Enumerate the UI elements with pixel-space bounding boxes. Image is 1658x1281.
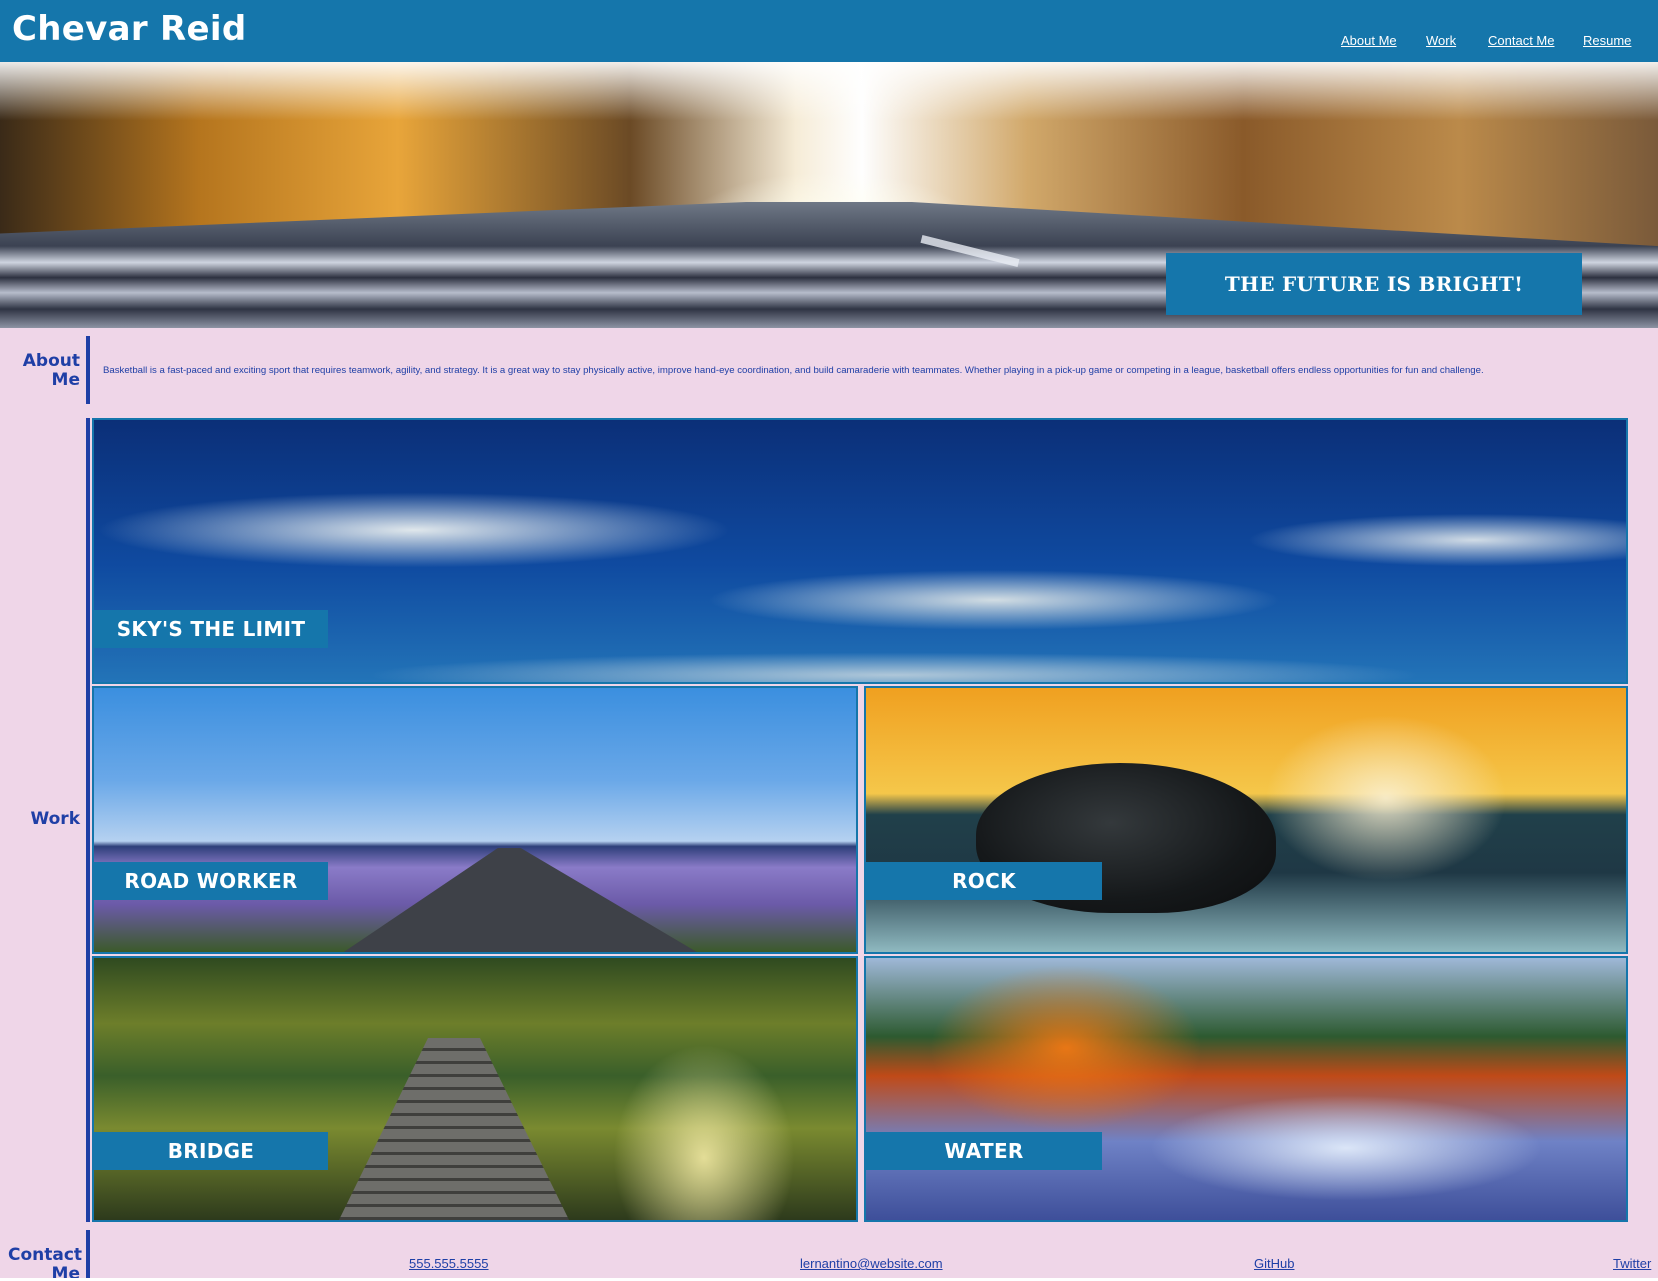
work-tile-label: WATER: [866, 1132, 1102, 1170]
hero-image: THE FUTURE IS BRIGHT!: [0, 62, 1658, 328]
work-tile-skys-the-limit[interactable]: SKY'S THE LIMIT: [92, 418, 1628, 684]
about-divider: [86, 336, 90, 404]
work-heading: Work: [30, 809, 80, 829]
about-heading: About Me: [22, 351, 80, 390]
work-tile-label: BRIDGE: [94, 1132, 328, 1170]
nav-link-resume[interactable]: Resume: [1583, 33, 1631, 48]
contact-phone-link[interactable]: 555.555.5555: [409, 1256, 489, 1271]
nav-link-about-me[interactable]: About Me: [1341, 33, 1397, 48]
hero-banner: THE FUTURE IS BRIGHT!: [1166, 253, 1582, 315]
contact-github-link[interactable]: GitHub: [1254, 1256, 1294, 1271]
nav-link-work[interactable]: Work: [1426, 33, 1456, 48]
contact-divider: [86, 1230, 90, 1281]
work-tile-label: SKY'S THE LIMIT: [94, 610, 328, 648]
site-header: Chevar Reid About Me Work Contact Me Res…: [0, 0, 1658, 62]
about-text: Basketball is a fast-paced and exciting …: [103, 365, 1484, 376]
work-tile-bridge[interactable]: BRIDGE: [92, 956, 858, 1222]
main-nav: About Me Work Contact Me Resume: [0, 33, 1658, 53]
contact-email-link[interactable]: lernantino@website.com: [800, 1256, 943, 1271]
contact-heading: Contact Me: [8, 1245, 83, 1281]
nav-link-contact-me[interactable]: Contact Me: [1488, 33, 1554, 48]
work-tile-rock[interactable]: ROCK: [864, 686, 1628, 954]
work-tile-label: ROAD WORKER: [94, 862, 328, 900]
work-tile-label: ROCK: [866, 862, 1102, 900]
work-tile-road-worker[interactable]: ROAD WORKER: [92, 686, 858, 954]
dock-graphic: [337, 1038, 571, 1220]
work-tile-water[interactable]: WATER: [864, 956, 1628, 1222]
contact-twitter-link[interactable]: Twitter: [1613, 1256, 1651, 1271]
work-divider: [86, 418, 90, 1222]
